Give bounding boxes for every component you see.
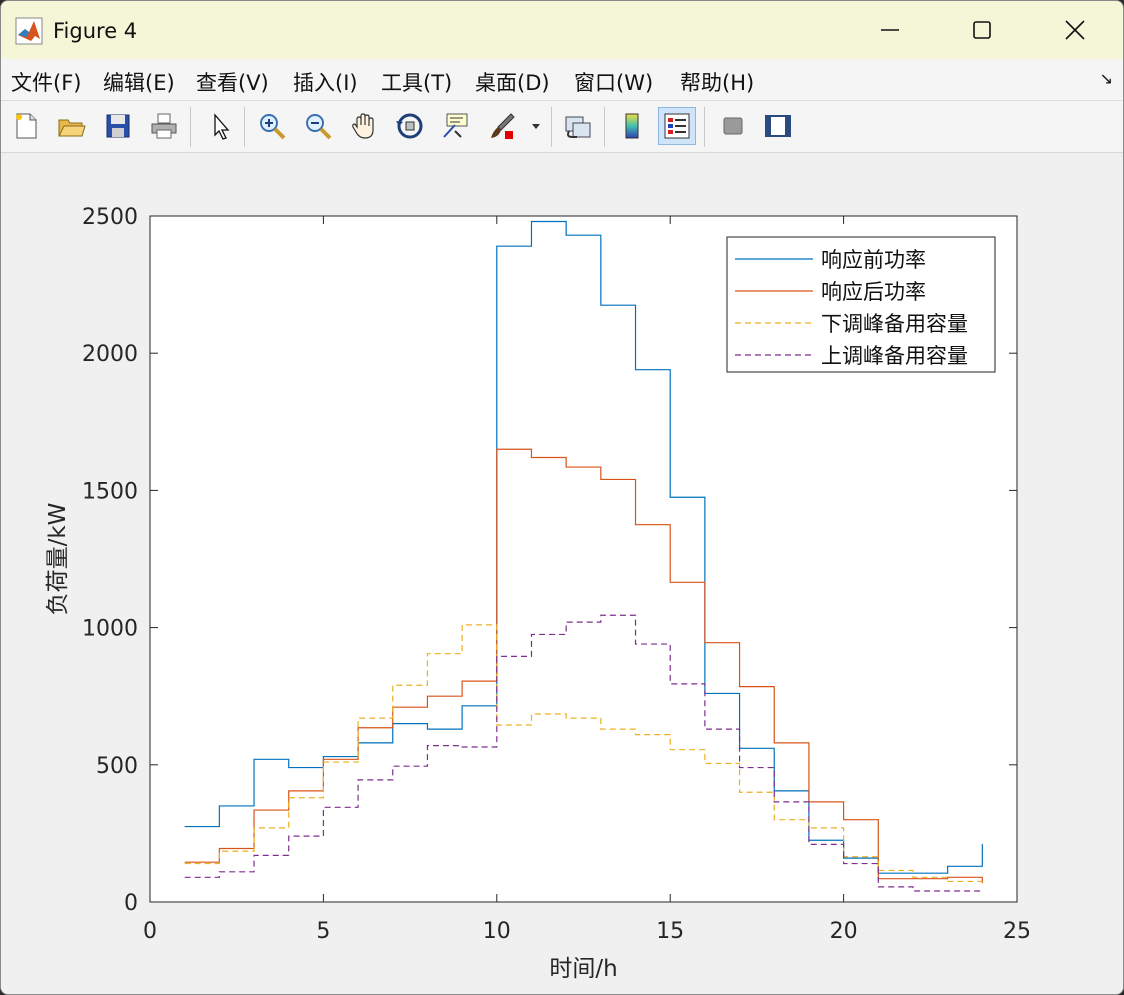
figure-toolbar <box>1 101 1123 153</box>
legend-label-2: 响应后功率 <box>821 280 926 304</box>
zoom-in-icon <box>260 114 286 140</box>
x-tick-label: 5 <box>316 919 330 944</box>
select-arrow-button[interactable] <box>201 107 239 145</box>
menu-help[interactable]: 帮助(H) <box>680 67 754 97</box>
show-plot-tools-button[interactable] <box>759 107 797 145</box>
data-cursor-icon <box>443 113 468 138</box>
window-title: Figure 4 <box>53 19 138 43</box>
y-tick-label: 1000 <box>82 617 138 642</box>
pan-button[interactable] <box>345 107 383 145</box>
y-tick-label: 2000 <box>82 342 138 367</box>
menu-insert[interactable]: 插入(I) <box>293 67 358 97</box>
figure-window: Figure 4 文件(F) 编辑(E) 查看(V) 插入(I) 工具(T) 桌… <box>0 0 1124 995</box>
x-tick-label: 20 <box>830 919 858 944</box>
legend-button[interactable] <box>658 107 696 145</box>
brush-icon <box>491 113 515 139</box>
print-button[interactable] <box>145 107 183 145</box>
pan-hand-icon <box>352 113 374 139</box>
save-button[interactable] <box>99 107 137 145</box>
open-file-icon <box>58 119 86 137</box>
save-icon <box>106 114 130 138</box>
minimize-button[interactable] <box>844 1 936 59</box>
rotate-3d-button[interactable] <box>391 107 429 145</box>
zoom-in-button[interactable] <box>253 107 291 145</box>
print-icon <box>151 113 177 139</box>
x-axis-label: 时间/h <box>549 956 617 982</box>
minimize-icon <box>881 29 899 31</box>
menu-window[interactable]: 窗口(W) <box>574 67 653 97</box>
rotate-3d-icon <box>396 113 423 139</box>
y-tick-label: 1500 <box>82 479 138 504</box>
close-icon <box>1065 20 1085 40</box>
figure-canvas: 0 5 10 15 20 25 0 500 1000 1500 2000 2500 时间/h 负荷量/kW… <box>1 153 1123 994</box>
maximize-button[interactable] <box>936 1 1028 59</box>
close-button[interactable] <box>1029 1 1121 59</box>
x-tick-label: 15 <box>656 919 684 944</box>
data-cursor-button[interactable] <box>437 107 475 145</box>
y-axis-label: 负荷量/kW <box>45 503 71 616</box>
legend-icon <box>664 113 690 139</box>
matlab-logo-icon <box>15 17 43 45</box>
toolbar-separator <box>704 107 705 147</box>
toolbar-separator <box>190 107 191 147</box>
link-plot-button[interactable] <box>559 107 597 145</box>
chevron-down-icon <box>532 124 540 129</box>
select-arrow-icon <box>214 113 230 140</box>
new-figure-button[interactable] <box>7 107 45 145</box>
menu-desktop[interactable]: 桌面(D) <box>475 67 550 97</box>
title-bar: Figure 4 <box>1 1 1123 59</box>
brush-dropdown-button[interactable] <box>527 107 545 145</box>
toolbar-separator <box>551 107 552 147</box>
hide-plot-tools-icon <box>723 117 743 135</box>
legend-label-3: 下调峰备用容量 <box>821 312 968 336</box>
zoom-out-icon <box>306 114 332 140</box>
colorbar-button[interactable] <box>613 107 651 145</box>
x-tick-label: 0 <box>143 919 157 944</box>
menu-edit[interactable]: 编辑(E) <box>103 67 175 97</box>
dock-arrow-icon[interactable]: ↘ <box>1100 69 1113 88</box>
maximize-icon <box>973 21 991 39</box>
show-plot-tools-icon <box>765 115 791 137</box>
x-tick-label: 25 <box>1003 919 1031 944</box>
y-tick-label: 0 <box>124 891 138 916</box>
toolbar-separator <box>604 107 605 147</box>
legend-label-1: 响应前功率 <box>821 248 926 272</box>
menu-bar: 文件(F) 编辑(E) 查看(V) 插入(I) 工具(T) 桌面(D) 窗口(W… <box>1 59 1123 101</box>
colorbar-icon <box>625 113 639 139</box>
menu-file[interactable]: 文件(F) <box>11 67 81 97</box>
plot-area[interactable]: 0 5 10 15 20 25 0 500 1000 1500 2000 2500 时间/h 负荷量/kW… <box>1 153 1123 994</box>
hide-plot-tools-button[interactable] <box>714 107 752 145</box>
toolbar-separator <box>244 107 245 147</box>
y-tick-label: 500 <box>96 754 138 779</box>
menu-tools[interactable]: 工具(T) <box>381 67 452 97</box>
open-file-button[interactable] <box>52 107 90 145</box>
y-tick-label: 2500 <box>82 205 138 230</box>
brush-button[interactable] <box>483 107 521 145</box>
legend-label-4: 上调峰备用容量 <box>821 344 968 368</box>
menu-view[interactable]: 查看(V) <box>196 67 269 97</box>
new-figure-icon <box>16 113 37 139</box>
link-plot-icon <box>565 116 591 138</box>
x-tick-label: 10 <box>483 919 511 944</box>
zoom-out-button[interactable] <box>299 107 337 145</box>
